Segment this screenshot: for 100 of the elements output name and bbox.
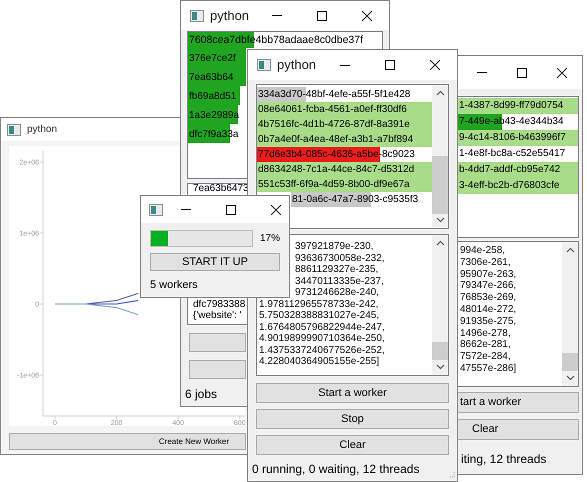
- close-icon: [557, 68, 567, 78]
- resize-grip-icon: [448, 471, 455, 478]
- app-icon: [257, 59, 271, 71]
- output-line: 8662e-281,: [460, 339, 511, 352]
- app-icon: [149, 204, 163, 216]
- list-row[interactable]: 3-4eff-bc2b-d76803cfe: [458, 178, 578, 194]
- status-text: iting, 12 threads: [461, 451, 546, 468]
- row-text: 1-4e8f-bc8a-c52e55417: [458, 147, 566, 161]
- output-line: 93636730058e-232,: [295, 252, 385, 264]
- window-title: python: [27, 123, 58, 137]
- output-line: 1.4375337240677526e-252,: [259, 344, 385, 356]
- list-row[interactable]: fb69a8d51: [188, 86, 246, 105]
- list-row[interactable]: 1-4e8f-bc8a-c52e55417: [458, 146, 578, 162]
- row-text: fb69a8d51: [188, 90, 236, 104]
- create-worker-button[interactable]: Create New Worker: [9, 433, 246, 450]
- window-title: python: [277, 56, 316, 74]
- start-worker-button[interactable]: tart a worker: [457, 392, 579, 413]
- row-text: 1-4387-8d99-ff79d0754: [458, 99, 564, 113]
- row-text: d8634248-7c1a-44ce-84c7-d5312d: [257, 163, 414, 177]
- action-button[interactable]: Start a worker: [256, 383, 449, 403]
- output-line: 7306e-261,: [460, 256, 511, 269]
- row-text: 4b7516fc-4d1b-4726-87df-8a391e: [257, 118, 410, 132]
- list-row[interactable]: 0b7a4e0f-a4ea-48ef-a3b1-a7bf894: [257, 132, 432, 147]
- action-button[interactable]: Clear: [256, 435, 449, 455]
- start-button[interactable]: START IT UP: [150, 253, 280, 271]
- output-line: dfc7983388: [193, 299, 246, 310]
- action-button[interactable]: Stop: [256, 409, 449, 429]
- maximize-icon: [517, 68, 527, 78]
- output-line: 397921879e-230,: [295, 241, 374, 252]
- status-text: 5 workers: [150, 278, 198, 293]
- output-line: 48014e-272,: [460, 304, 516, 316]
- status-text: 0 running, 0 waiting, 12 threads: [252, 461, 420, 478]
- blank-button[interactable]: [189, 360, 246, 379]
- output-line: 91935e-275,: [460, 316, 516, 328]
- output-line: 5.750328388831027e-245,: [259, 310, 380, 322]
- output-line: 79347e-266,: [460, 280, 516, 292]
- minimize-icon: [477, 72, 487, 73]
- output-line: 76853e-269,: [460, 292, 516, 304]
- output-line: 7ea63b6473: [193, 184, 249, 194]
- list-row[interactable]: 9-4c14-8106-b463996f7: [458, 130, 578, 146]
- app-icon: [7, 124, 21, 136]
- list-row[interactable]: 376e7ce2f: [188, 48, 246, 67]
- row-text: 376e7ce2f: [188, 52, 236, 66]
- row-text: 551c53ff-6f9a-4d59-8b00-df9e67a: [257, 178, 410, 192]
- output-line: 4.228040364905155e-255]: [259, 356, 380, 368]
- row-text: 81-0a6c-47a7-8903-c9535f3: [291, 193, 418, 207]
- scrollbar[interactable]: [432, 235, 448, 375]
- chevron-down-icon: [436, 364, 444, 370]
- row-text: 7ea63b64: [188, 71, 234, 85]
- row-text: b-4dd7-addf-cb95e742: [458, 163, 560, 177]
- scrollbar-thumb[interactable]: [432, 342, 448, 360]
- scrollbar-thumb[interactable]: [562, 353, 578, 371]
- output-line: {'website': ': [193, 310, 242, 321]
- output-line: 7572e-284,: [460, 351, 511, 363]
- maximize-icon: [316, 10, 326, 20]
- status-text: 6 jobs: [185, 386, 218, 403]
- output-line: 9731246628e-240,: [295, 287, 379, 298]
- list-row[interactable]: d8634248-7c1a-44ce-84c7-d5312d: [257, 162, 432, 177]
- close-icon: [362, 10, 372, 20]
- output-line: 4.9019899990710364e-250,: [259, 333, 385, 344]
- list-row[interactable]: 4b7516fc-4d1b-4726-87df-8a391e: [257, 117, 432, 132]
- list-row[interactable]: 1-4387-8d99-ff79d0754: [458, 98, 578, 114]
- progress-label: 17%: [260, 232, 280, 246]
- chevron-up-icon: [436, 90, 444, 96]
- close-icon: [270, 204, 280, 214]
- output-line: 1496e-278,: [460, 328, 511, 340]
- list-row[interactable]: 81-0a6c-47a7-8903-c9535f3: [291, 192, 432, 207]
- output-line: 95907e-263,: [460, 268, 516, 280]
- list-row[interactable]: 7ea63b64: [188, 67, 246, 86]
- list-row[interactable]: b-4dd7-addf-cb95e742: [458, 162, 578, 178]
- chevron-up-icon: [436, 240, 444, 246]
- list-row[interactable]: 334a3d70-48bf-4efe-a55f-5f1e428: [257, 87, 432, 102]
- blank-button[interactable]: [189, 333, 246, 352]
- chevron-down-icon: [436, 217, 444, 223]
- maximize-icon: [226, 204, 236, 214]
- close-icon: [430, 60, 440, 70]
- scrollbar[interactable]: [562, 242, 578, 386]
- row-text: 0b7a4e0f-a4ea-48ef-a3b1-a7bf894: [257, 133, 414, 147]
- output-line: 994e-258,: [460, 245, 506, 257]
- app-icon: [190, 10, 204, 22]
- output-line: 1.978112965578733e-242,: [259, 298, 378, 310]
- row-text: 3-4eff-bc2b-d76803cfe: [458, 179, 560, 193]
- output-line: 1.6764805796822944e-247,: [259, 322, 385, 333]
- minimize-icon: [340, 64, 350, 66]
- window-title: python: [210, 6, 250, 25]
- output-line: 34470113335e-237,: [295, 276, 384, 287]
- row-text: 334a3d70-48bf-4efe-a55f-5f1e428: [257, 88, 410, 102]
- minimize-icon: [180, 209, 190, 210]
- scrollbar-thumb[interactable]: [432, 156, 448, 214]
- row-text: 08e64061-fcba-4561-a0ef-ff30df6: [257, 103, 407, 117]
- minimize-icon: [272, 15, 282, 16]
- chevron-down-icon: [566, 375, 574, 381]
- scrollbar[interactable]: [432, 85, 448, 228]
- clear-button[interactable]: Clear: [457, 419, 579, 440]
- row-text: 9-4c14-8106-b463996f7: [458, 131, 566, 145]
- list-row[interactable]: 08e64061-fcba-4561-a0ef-ff30df6: [257, 102, 432, 117]
- list-row[interactable]: 551c53ff-6f9a-4d59-8b00-df9e67a: [257, 177, 432, 192]
- chevron-up-icon: [566, 247, 574, 253]
- output-line: 47557e-286]: [460, 362, 516, 375]
- output-line: 8861129327e-235,: [295, 264, 378, 276]
